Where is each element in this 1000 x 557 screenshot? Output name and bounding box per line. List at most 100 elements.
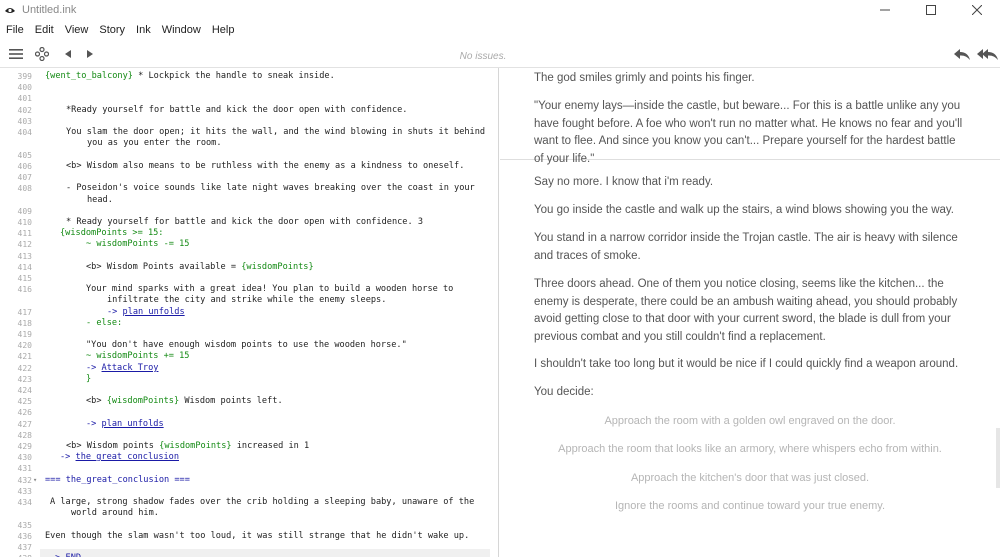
code-text: -> Attack_Troy: [86, 363, 158, 374]
maximize-icon: [926, 5, 936, 15]
story-paragraph: Three doors ahead. One of them you notic…: [534, 278, 958, 343]
menu-story[interactable]: Story: [99, 24, 125, 36]
code-line[interactable]: 401: [0, 93, 498, 104]
code-line[interactable]: 431: [0, 463, 498, 474]
undo-icon[interactable]: [952, 45, 972, 63]
text-token: A large, strong shadow fades over the cr…: [50, 497, 475, 507]
code-line[interactable]: 427 -> plan_unfolds: [0, 419, 498, 430]
menu-ink[interactable]: Ink: [136, 24, 151, 36]
menu-file[interactable]: File: [6, 24, 24, 36]
line-number: 431: [17, 464, 32, 473]
line-number: 414: [17, 263, 32, 272]
code-line[interactable]: 422 -> Attack_Troy: [0, 363, 498, 374]
story-choice[interactable]: Approach the kitchen's door that was jus…: [500, 472, 1000, 484]
code-line[interactable]: 430 -> the_great_conclusion: [0, 452, 498, 463]
player-scrollbar[interactable]: [996, 428, 1000, 488]
code-line[interactable]: 411 {wisdomPoints >= 15:: [0, 228, 498, 239]
code-text: - Poseidon's voice sounds like late nigh…: [66, 183, 475, 194]
code-line[interactable]: 435: [0, 520, 498, 531]
code-line[interactable]: you as you enter the room.: [0, 138, 498, 149]
line-number: 409: [17, 207, 32, 216]
double-undo-icon[interactable]: [977, 45, 999, 63]
divert-link[interactable]: plan_unfolds: [123, 307, 185, 317]
divert-link[interactable]: Attack_Troy: [102, 363, 159, 373]
story-choice[interactable]: Approach the room that looks like an arm…: [500, 443, 1000, 455]
story-player: The god smiles grimly and points his fin…: [500, 68, 1000, 557]
minimize-button[interactable]: [862, 0, 908, 20]
close-button[interactable]: [954, 0, 1000, 20]
maximize-button[interactable]: [908, 0, 954, 20]
menu-edit[interactable]: Edit: [35, 24, 54, 36]
story-paragraph: You go inside the castle and walk up the…: [534, 204, 954, 216]
code-line[interactable]: 423}: [0, 374, 498, 385]
divert-link[interactable]: the_great_conclusion: [76, 452, 179, 462]
logic-token: {went_to_balcony}: [45, 71, 133, 81]
divert-arrow: -> END: [50, 553, 81, 557]
line-number: 408: [17, 184, 32, 193]
code-line[interactable]: 434 A large, strong shadow fades over the…: [0, 497, 498, 508]
code-line[interactable]: infiltrate the city and strike while the…: [0, 295, 498, 306]
text-token: <b> Wisdom Points available =: [86, 262, 242, 272]
line-number: 422: [17, 364, 32, 373]
line-number: 404: [17, 128, 32, 137]
code-text: You slam the door open; it hits the wall…: [66, 127, 485, 138]
text-token: * Ready yourself for battle and kick the…: [66, 217, 423, 227]
code-text: -> plan_unfolds: [86, 419, 164, 430]
story-choice[interactable]: Ignore the rooms and continue toward you…: [500, 500, 1000, 512]
code-line[interactable]: head.: [0, 195, 498, 206]
code-line[interactable]: 421 ~ wisdomPoints += 15: [0, 351, 498, 362]
menu-view[interactable]: View: [65, 24, 89, 36]
code-line[interactable]: 405: [0, 150, 498, 161]
code-text: * Ready yourself for battle and kick the…: [66, 217, 423, 228]
line-number: 399: [17, 72, 32, 81]
code-line[interactable]: 407: [0, 172, 498, 183]
code-line[interactable]: 438 -> END: [0, 553, 498, 557]
menu-help[interactable]: Help: [212, 24, 235, 36]
code-text: -> plan_unfolds: [107, 307, 185, 318]
code-text: Even though the slam wasn't too loud, it…: [45, 531, 469, 542]
code-line[interactable]: 410 * Ready yourself for battle and kick …: [0, 217, 498, 228]
code-text: "You don't have enough wisdom points to …: [86, 340, 407, 351]
code-line[interactable]: 414 <b> Wisdom Points available = {wisdom…: [0, 262, 498, 273]
code-line[interactable]: world around him.: [0, 508, 498, 519]
code-text: {wisdomPoints >= 15:: [60, 228, 163, 239]
code-line[interactable]: 420 "You don't have enough wisdom points …: [0, 340, 498, 351]
divert-link[interactable]: plan_unfolds: [102, 419, 164, 429]
logic-token: }: [86, 374, 92, 384]
code-line[interactable]: 428: [0, 430, 498, 441]
code-line[interactable]: 429 <b> Wisdom points {wisdomPoints} incr…: [0, 441, 498, 452]
code-line[interactable]: 416 Your mind sparks with a great idea! Y…: [0, 284, 498, 295]
code-line[interactable]: 432 ▾ === the_great_conclusion ===: [0, 475, 498, 486]
story-choice[interactable]: Approach the room with a golden owl engr…: [500, 415, 1000, 427]
code-line[interactable]: 403: [0, 116, 498, 127]
code-line[interactable]: 409: [0, 206, 498, 217]
line-number: 400: [17, 83, 32, 92]
code-line[interactable]: 418 - else:: [0, 318, 498, 329]
code-line[interactable]: 415: [0, 273, 498, 284]
code-line[interactable]: 408 - Poseidon's voice sounds like late n…: [0, 183, 498, 194]
line-number: 417: [17, 308, 32, 317]
code-line[interactable]: 400: [0, 82, 498, 93]
fold-toggle-icon[interactable]: ▾: [33, 475, 37, 486]
code-line[interactable]: 425 <b> {wisdomPoints} Wisdom points left…: [0, 396, 498, 407]
toolbar: No issues.: [0, 40, 1000, 68]
code-line[interactable]: 402 *Ready yourself for battle and kick t…: [0, 105, 498, 116]
menu-window[interactable]: Window: [162, 24, 201, 36]
code-line[interactable]: 417 -> plan_unfolds: [0, 307, 498, 318]
code-line[interactable]: 433: [0, 486, 498, 497]
code-line[interactable]: 413: [0, 251, 498, 262]
line-number: 425: [17, 397, 32, 406]
code-line[interactable]: 436 Even though the slam wasn't too loud,…: [0, 531, 498, 542]
code-text: <b> {wisdomPoints} Wisdom points left.: [86, 396, 283, 407]
code-line[interactable]: 437: [0, 542, 498, 553]
code-line[interactable]: 412 ~ wisdomPoints -= 15: [0, 239, 498, 250]
code-line[interactable]: 419: [0, 329, 498, 340]
code-line[interactable]: 399 {went_to_balcony} * Lockpick the hand…: [0, 71, 498, 82]
ink-editor[interactable]: 399 {went_to_balcony} * Lockpick the hand…: [0, 68, 499, 557]
text-token: increased in 1: [231, 441, 310, 451]
code-line[interactable]: 406 <b> Wisdom also means to be ruthless …: [0, 161, 498, 172]
code-line[interactable]: 404 You slam the door open; it hits the w…: [0, 127, 498, 138]
code-line[interactable]: 424: [0, 385, 498, 396]
code-line[interactable]: 426: [0, 407, 498, 418]
text-token: <b>: [86, 396, 107, 406]
